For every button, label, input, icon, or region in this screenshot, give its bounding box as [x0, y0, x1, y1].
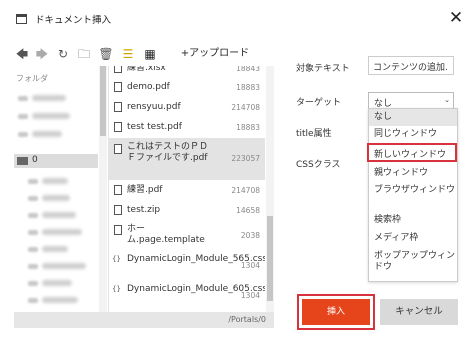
blurred-folder-item[interactable]: [28, 175, 94, 187]
path-bar: /Portals/0: [14, 312, 274, 328]
file-name: 練習.xlsx: [127, 66, 166, 73]
css-file-icon: {}: [112, 255, 124, 265]
blurred-folder-item[interactable]: [28, 277, 94, 289]
file-icon: [114, 102, 122, 112]
file-name: 練習.pdf: [127, 185, 163, 195]
file-row[interactable]: 練習.pdf 214708: [109, 181, 265, 199]
file-row[interactable]: 練習.xlsx 18843: [109, 66, 265, 75]
blurred-folder-item[interactable]: [28, 243, 94, 255]
file-size: 1304: [240, 291, 260, 300]
close-button[interactable]: ✕: [446, 8, 466, 28]
back-icon[interactable]: 🡄: [14, 45, 30, 63]
folder-scrollbar[interactable]: [99, 66, 107, 312]
list-view-icon[interactable]: ☰: [120, 45, 136, 63]
dropdown-option[interactable]: なし: [369, 109, 457, 126]
file-size: 18843: [236, 66, 260, 73]
file-name: demo.pdf: [127, 82, 170, 92]
css-file-icon: {}: [112, 285, 124, 295]
new-folder-icon[interactable]: 🗀: [76, 45, 92, 63]
cancel-button[interactable]: キャンセル: [380, 299, 458, 325]
dropdown-option[interactable]: 親ウィンドウ: [369, 165, 457, 182]
upload-button[interactable]: +アップロード: [165, 45, 265, 63]
file-name: rensyuu.pdf: [127, 102, 181, 112]
title-attr-label: title属性: [296, 129, 332, 139]
file-row[interactable]: test.zip 14658: [109, 201, 265, 219]
file-size: 214708: [231, 186, 260, 195]
dropdown-option[interactable]: ポップアップウィンドウ: [369, 248, 457, 280]
blurred-folder-item[interactable]: [28, 294, 94, 306]
file-name: test.zip: [127, 205, 161, 215]
file-name: DynamicLogin_Module_605.css: [127, 284, 265, 294]
target-text-label: 対象テキスト: [296, 64, 350, 74]
file-size: 14658: [236, 206, 260, 215]
file-name: ホーム.page.template: [127, 224, 205, 245]
dropdown-option[interactable]: ブラウザウィンドウ: [369, 182, 457, 210]
folder-item-root[interactable]: 0: [14, 154, 98, 168]
target-text-input[interactable]: コンテンツの追加.: [368, 56, 454, 75]
dropdown-option[interactable]: 検索枠: [369, 212, 457, 229]
forward-icon[interactable]: 🡆: [34, 45, 50, 63]
blurred-folder-item[interactable]: [28, 226, 94, 238]
file-scrollbar[interactable]: [266, 66, 274, 312]
file-row[interactable]: {} DynamicLogin_Module_605.css 1304: [109, 281, 265, 309]
file-row[interactable]: rensyuu.pdf 214708: [109, 98, 265, 116]
folder-tree: フォルダ 0: [14, 66, 98, 312]
file-icon: [114, 225, 122, 235]
file-row[interactable]: {} DynamicLogin_Module_565.css 1304: [109, 251, 265, 279]
file-row[interactable]: ホーム.page.template 2038: [109, 221, 265, 249]
file-size: 18883: [236, 83, 260, 92]
file-size: 18883: [236, 123, 260, 132]
dialog-titlebar: ドキュメント挿入 ✕: [0, 0, 474, 40]
dropdown-option[interactable]: メディア枠: [369, 230, 457, 247]
blurred-folder-item[interactable]: [28, 209, 94, 221]
file-size: 214708: [231, 103, 260, 112]
folder-tree-label: フォルダ: [16, 74, 48, 83]
blurred-folder-item[interactable]: [18, 128, 96, 140]
file-icon: [114, 82, 122, 92]
file-name: これはテストのＰＤＦファイルです.pdf: [127, 142, 209, 163]
highlight-box-new-window: [367, 143, 457, 162]
file-icon: [114, 144, 122, 154]
blurred-folder-item[interactable]: [28, 192, 94, 204]
chevron-down-icon: ⌄: [444, 96, 450, 104]
folder-icon: [17, 157, 28, 165]
insert-button[interactable]: 挿入: [302, 299, 370, 325]
file-scrollbar-thumb[interactable]: [267, 216, 273, 301]
file-row[interactable]: demo.pdf 18883: [109, 78, 265, 96]
target-label: ターゲット: [296, 98, 342, 108]
blurred-folder-item[interactable]: [28, 260, 94, 272]
refresh-icon[interactable]: ↻: [56, 45, 70, 63]
blurred-folder-item[interactable]: [18, 110, 96, 122]
target-dropdown-list: なし 同じウィンドウ 新しいウィンドウ 親ウィンドウ ブラウザウィンドウ 検索枠…: [368, 108, 458, 282]
file-size: 1304: [240, 261, 260, 270]
file-icon: [114, 66, 122, 73]
blurred-folder-item[interactable]: [18, 92, 96, 104]
file-icon: [114, 122, 122, 132]
dropdown-option[interactable]: 同じウィンドウ: [369, 126, 457, 143]
current-path: /Portals/0: [228, 315, 266, 324]
file-row[interactable]: test test.pdf 18883: [109, 118, 265, 136]
file-name: test test.pdf: [127, 122, 182, 132]
file-size: 2038: [240, 231, 260, 240]
file-size: 223057: [231, 154, 260, 163]
file-icon: [114, 205, 122, 215]
css-class-label: CSSクラス: [296, 160, 341, 170]
grid-view-icon[interactable]: ▦: [142, 45, 158, 63]
folder-item-label: 0: [32, 155, 38, 165]
delete-icon[interactable]: 🗑: [98, 45, 114, 63]
file-toolbar: 🡄 🡆 ↻ 🗀 🗑 ☰ ▦ +アップロード: [14, 45, 284, 65]
window-icon: [16, 14, 27, 24]
file-row-selected[interactable]: これはテストのＰＤＦファイルです.pdf 223057: [109, 138, 265, 180]
file-icon: [114, 185, 122, 195]
file-list: 練習.xlsx 18843 demo.pdf 18883 rensyuu.pdf…: [108, 66, 265, 312]
folder-scrollbar-thumb[interactable]: [100, 66, 106, 136]
dialog-title: ドキュメント挿入: [35, 15, 112, 26]
file-name: DynamicLogin_Module_565.css: [127, 254, 265, 264]
